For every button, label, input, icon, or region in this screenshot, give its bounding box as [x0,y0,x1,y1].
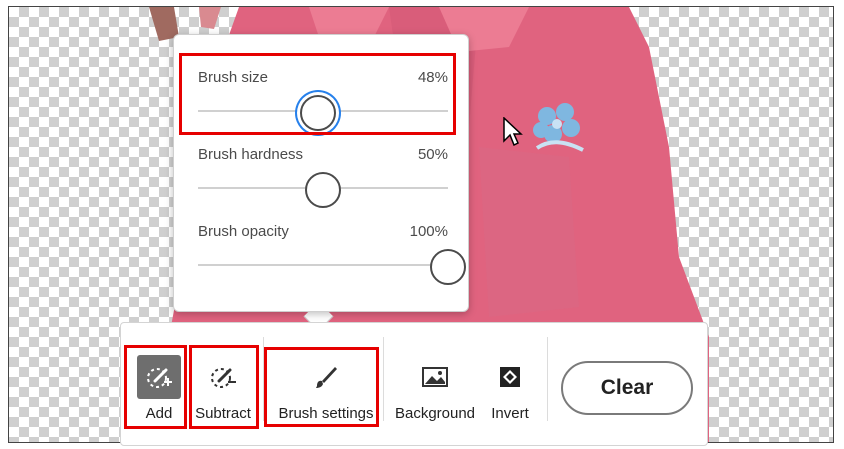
brush-hardness-slider[interactable]: Brush hardness 50% [198,146,448,208]
invert-label: Invert [491,405,529,422]
image-icon [413,355,457,399]
invert-button[interactable]: Invert [481,351,539,431]
add-highlight [124,345,187,429]
brush-opacity-slider[interactable]: Brush opacity 100% [198,223,466,285]
subtract-highlight [189,345,259,429]
brush-opacity-thumb[interactable] [430,249,466,285]
mouse-pointer-icon [503,117,523,147]
clear-button[interactable]: Clear [561,361,693,415]
brush-hardness-value: 50% [417,146,448,163]
background-button[interactable]: Background [391,351,479,431]
brush-settings-highlight [264,347,379,427]
background-label: Background [394,405,476,422]
brush-size-highlight [179,53,456,135]
brush-opacity-label: Brush opacity [198,223,289,240]
toolbar-divider [547,337,548,421]
brush-hardness-label: Brush hardness [198,146,304,163]
brush-hardness-thumb[interactable] [305,172,341,208]
brush-opacity-value: 100% [409,223,448,240]
toolbar-divider [383,337,384,421]
brush-opacity-track[interactable] [198,264,448,266]
invert-icon [488,355,532,399]
